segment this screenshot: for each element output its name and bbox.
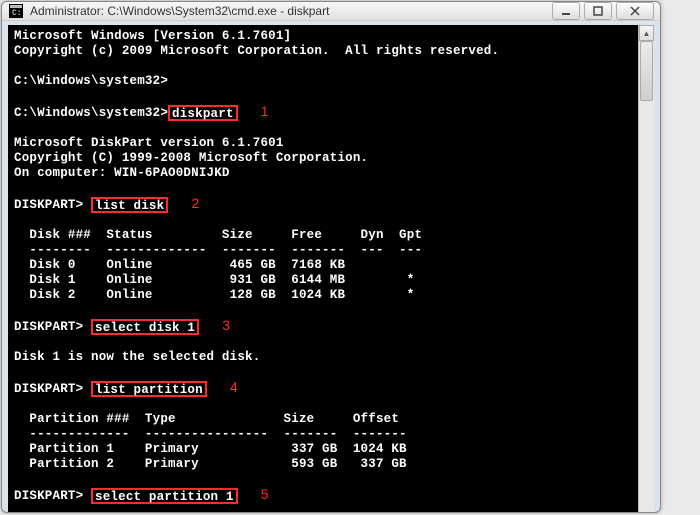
window-buttons <box>552 2 654 20</box>
svg-text:C:: C: <box>12 9 22 18</box>
scroll-thumb[interactable] <box>640 41 653 101</box>
scroll-up-button[interactable]: ▲ <box>639 25 654 41</box>
table-sep: ------------- ---------------- ------- -… <box>14 427 407 441</box>
line: Microsoft DiskPart version 6.1.7601 <box>14 136 284 150</box>
line: Copyright (C) 1999-2008 Microsoft Corpor… <box>14 151 368 165</box>
scrollbar[interactable]: ▲ ▼ <box>638 25 654 513</box>
table-row: Disk 0 Online 465 GB 7168 KB <box>14 258 345 272</box>
window-title: Administrator: C:\Windows\System32\cmd.e… <box>30 4 552 18</box>
cmd-window: C: Administrator: C:\Windows\System32\cm… <box>1 1 661 513</box>
prompt: DISKPART> <box>14 382 83 396</box>
cmd-icon: C: <box>8 3 24 19</box>
cmd-highlight: select disk 1 <box>91 319 199 335</box>
table-sep: -------- ------------- ------- ------- -… <box>14 243 422 257</box>
table-row: Disk 1 Online 931 GB 6144 MB * <box>14 273 414 287</box>
annotation: 3 <box>222 318 230 333</box>
table-row: Partition 1 Primary 337 GB 1024 KB <box>14 442 407 456</box>
prompt: C:\Windows\system32> <box>14 74 168 88</box>
minimize-button[interactable] <box>552 2 580 20</box>
annotation: 2 <box>191 196 199 211</box>
annotation: 4 <box>230 380 238 395</box>
titlebar[interactable]: C: Administrator: C:\Windows\System32\cm… <box>2 2 660 21</box>
prompt: DISKPART> <box>14 320 83 334</box>
close-button[interactable] <box>616 2 654 20</box>
prompt: DISKPART> <box>14 489 83 503</box>
maximize-button[interactable] <box>584 2 612 20</box>
terminal-output[interactable]: Microsoft Windows [Version 6.1.7601] Cop… <box>8 25 638 513</box>
table-row: Disk 2 Online 128 GB 1024 KB * <box>14 288 414 302</box>
client-area: Microsoft Windows [Version 6.1.7601] Cop… <box>2 21 660 513</box>
table-row: Partition 2 Primary 593 GB 337 GB <box>14 457 407 471</box>
prompt: DISKPART> <box>14 198 83 212</box>
line: On computer: WIN-6PAO0DNIJKD <box>14 166 230 180</box>
cmd-highlight: list partition <box>91 381 207 397</box>
cmd-highlight: select partition 1 <box>91 488 238 504</box>
line: Microsoft Windows [Version 6.1.7601] <box>14 29 291 43</box>
line: Disk 1 is now the selected disk. <box>14 350 260 364</box>
annotation: 1 <box>261 104 269 119</box>
annotation: 5 <box>261 487 269 502</box>
cmd-highlight: list disk <box>91 197 168 213</box>
line: Copyright (c) 2009 Microsoft Corporation… <box>14 44 499 58</box>
table-header: Disk ### Status Size Free Dyn Gpt <box>14 228 422 242</box>
table-header: Partition ### Type Size Offset <box>14 412 399 426</box>
prompt: C:\Windows\system32> <box>14 106 168 120</box>
cmd-highlight: diskpart <box>168 105 238 121</box>
